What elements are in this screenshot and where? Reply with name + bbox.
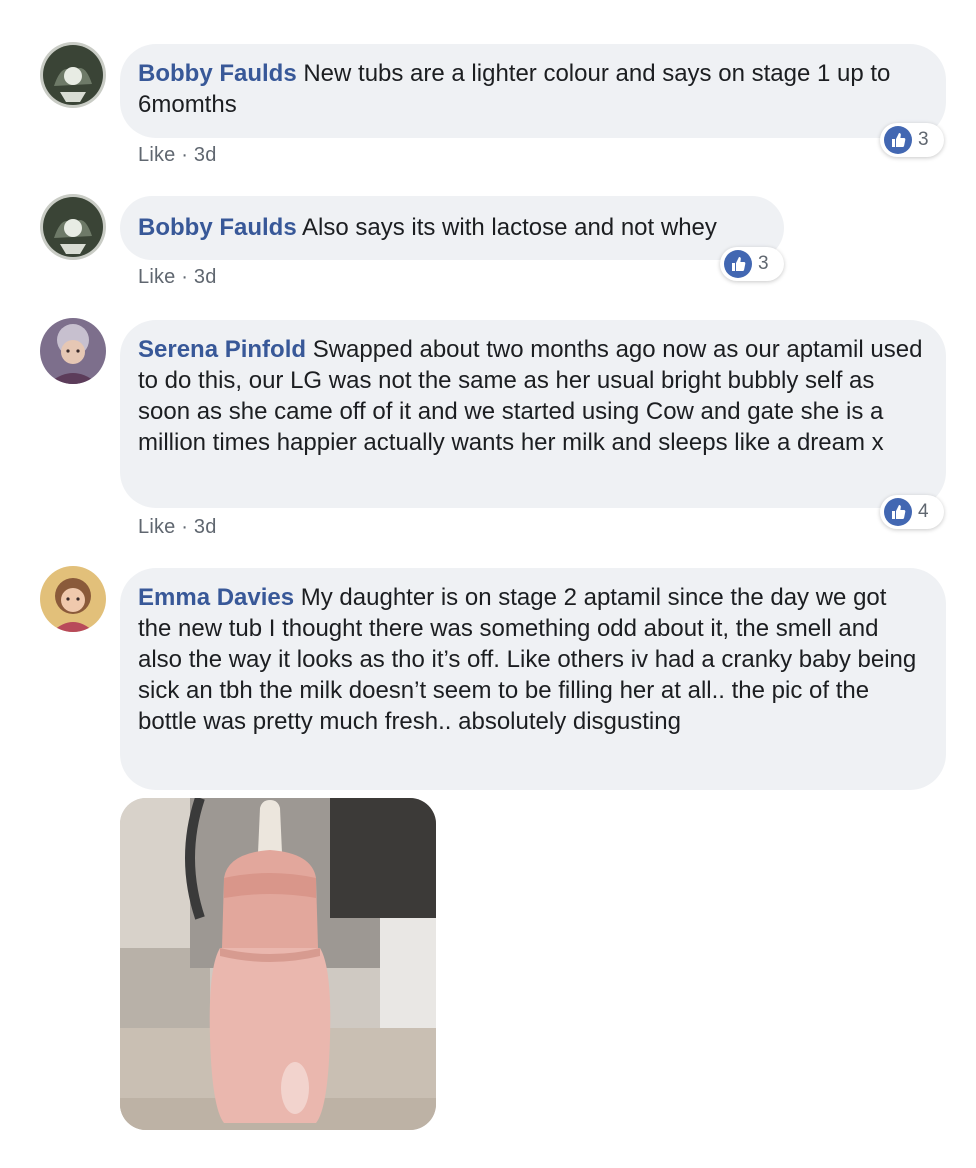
reaction-count-value: 3 [758,253,769,274]
comment-bubble: Bobby Faulds Also says its with lactose … [120,196,784,260]
avatar[interactable] [40,42,106,108]
comment-meta: Like · 3d [138,266,217,289]
meta-separator: · [181,516,194,538]
comment-text: Also says its with lactose and not whey [302,214,717,241]
like-link[interactable]: Like [138,516,176,538]
comment-meta: Like · 3d [138,516,217,539]
author-name[interactable]: Emma Davies [138,584,294,611]
reaction-count[interactable]: 4 [880,495,944,529]
comment-time[interactable]: 3d [194,516,217,538]
reaction-count-value: 3 [918,129,929,150]
baby-bottle-photo[interactable] [120,798,436,1130]
avatar[interactable] [40,318,106,384]
reaction-count-value: 4 [918,501,929,522]
reaction-count[interactable]: 3 [720,247,784,281]
reaction-count[interactable]: 3 [880,123,944,157]
avatar[interactable] [40,194,106,260]
meta-separator: · [181,144,194,166]
thumbs-up-icon [884,126,912,154]
author-name[interactable]: Serena Pinfold [138,336,306,363]
avatar[interactable] [40,566,106,632]
comment-time[interactable]: 3d [194,266,217,288]
comment-bubble: Bobby Faulds New tubs are a lighter colo… [120,44,946,138]
comment-bubble: Emma Davies My daughter is on stage 2 ap… [120,568,946,790]
thumbs-up-icon [884,498,912,526]
comment-bubble: Serena Pinfold Swapped about two months … [120,320,946,508]
author-name[interactable]: Bobby Faulds [138,214,297,241]
like-link[interactable]: Like [138,266,176,288]
author-name[interactable]: Bobby Faulds [138,60,297,87]
comment-meta: Like · 3d [138,144,217,167]
like-link[interactable]: Like [138,144,176,166]
comment-time[interactable]: 3d [194,144,217,166]
meta-separator: · [181,266,194,288]
thumbs-up-icon [724,250,752,278]
